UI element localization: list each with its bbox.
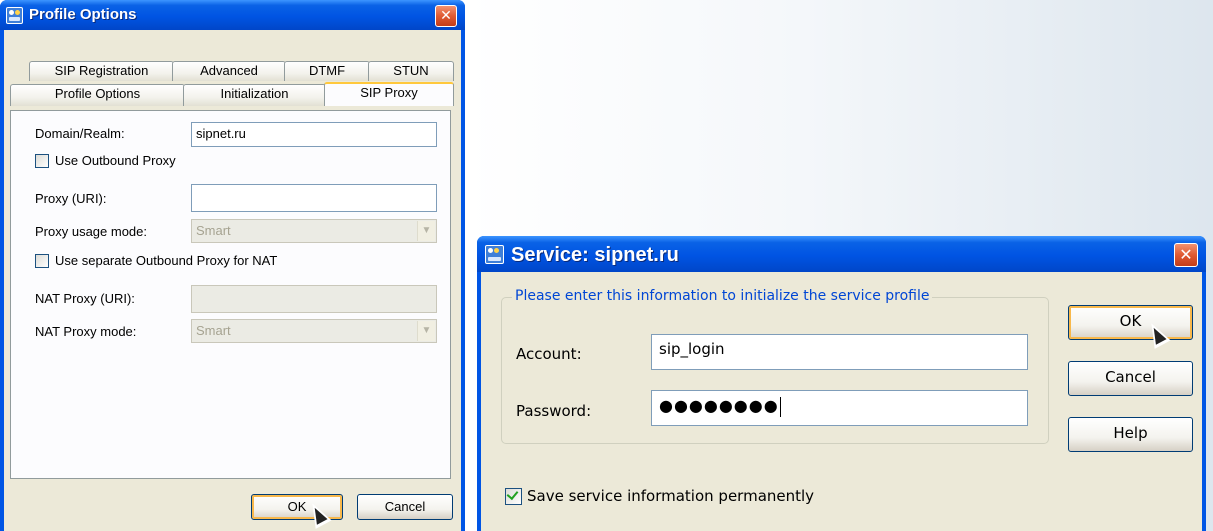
domain-realm-label: Domain/Realm: — [35, 126, 125, 141]
dialog-client-area: SIP Registration Advanced DTMF STUN Prof… — [4, 30, 461, 531]
dialog-title: Profile Options — [29, 6, 137, 23]
proxy-usage-mode-select: Smart ▼ — [191, 219, 437, 243]
account-label: Account: — [516, 345, 582, 363]
profile-options-dialog: Profile Options ✕ SIP Registration Advan… — [0, 0, 465, 531]
service-dialog: Service: sipnet.ru ✕ Please enter this i… — [477, 236, 1206, 531]
title-bar[interactable]: Profile Options ✕ — [0, 0, 465, 30]
chevron-down-icon: ▼ — [417, 221, 435, 241]
nat-proxy-mode-label: NAT Proxy mode: — [35, 324, 137, 339]
sip-proxy-tab-panel: Domain/Realm: sipnet.ru Use Outbound Pro… — [10, 110, 451, 479]
close-button[interactable]: ✕ — [1174, 243, 1198, 267]
group-legend: Please enter this information to initial… — [512, 288, 933, 304]
use-separate-nat-proxy-checkbox[interactable] — [35, 254, 49, 268]
use-outbound-proxy-checkbox[interactable] — [35, 154, 49, 168]
cancel-button[interactable]: Cancel — [357, 494, 453, 520]
tab-initialization[interactable]: Initialization — [183, 84, 326, 106]
cancel-button[interactable]: Cancel — [1068, 361, 1193, 396]
password-label: Password: — [516, 402, 592, 420]
save-permanently-checkbox[interactable] — [505, 488, 522, 505]
proxy-usage-mode-value: Smart — [196, 223, 231, 238]
dialog-title: Service: sipnet.ru — [511, 244, 679, 266]
domain-realm-input[interactable]: sipnet.ru — [191, 122, 437, 147]
chevron-down-icon: ▼ — [417, 321, 435, 341]
proxy-uri-input[interactable] — [191, 184, 437, 212]
dialog-client-area: Please enter this information to initial… — [481, 272, 1202, 531]
tab-dtmf[interactable]: DTMF — [284, 61, 370, 81]
use-outbound-proxy-label: Use Outbound Proxy — [55, 153, 176, 168]
proxy-usage-mode-label: Proxy usage mode: — [35, 224, 148, 239]
tab-profile-options[interactable]: Profile Options — [10, 84, 185, 106]
nat-proxy-uri-input — [191, 285, 437, 313]
app-logo-icon — [485, 245, 504, 264]
app-logo-icon — [6, 7, 23, 24]
tab-sip-registration[interactable]: SIP Registration — [29, 61, 174, 81]
proxy-uri-label: Proxy (URI): — [35, 191, 107, 206]
nat-proxy-mode-value: Smart — [196, 323, 231, 338]
help-button[interactable]: Help — [1068, 417, 1193, 452]
password-input[interactable]: ●●●●●●●● — [651, 390, 1028, 426]
ok-button[interactable]: OK — [1068, 305, 1193, 340]
password-value: ●●●●●●●● — [659, 396, 779, 415]
use-separate-nat-proxy-label: Use separate Outbound Proxy for NAT — [55, 253, 278, 268]
account-input[interactable]: sip_login — [651, 334, 1028, 370]
close-button[interactable]: ✕ — [435, 5, 457, 27]
tab-sip-proxy[interactable]: SIP Proxy — [324, 82, 454, 106]
text-caret — [779, 396, 781, 417]
nat-proxy-uri-label: NAT Proxy (URI): — [35, 291, 135, 306]
tab-advanced[interactable]: Advanced — [172, 61, 286, 81]
tab-stun[interactable]: STUN — [368, 61, 454, 81]
title-bar[interactable]: Service: sipnet.ru ✕ — [477, 236, 1206, 272]
nat-proxy-mode-select: Smart ▼ — [191, 319, 437, 343]
save-permanently-label: Save service information permanently — [527, 487, 815, 505]
